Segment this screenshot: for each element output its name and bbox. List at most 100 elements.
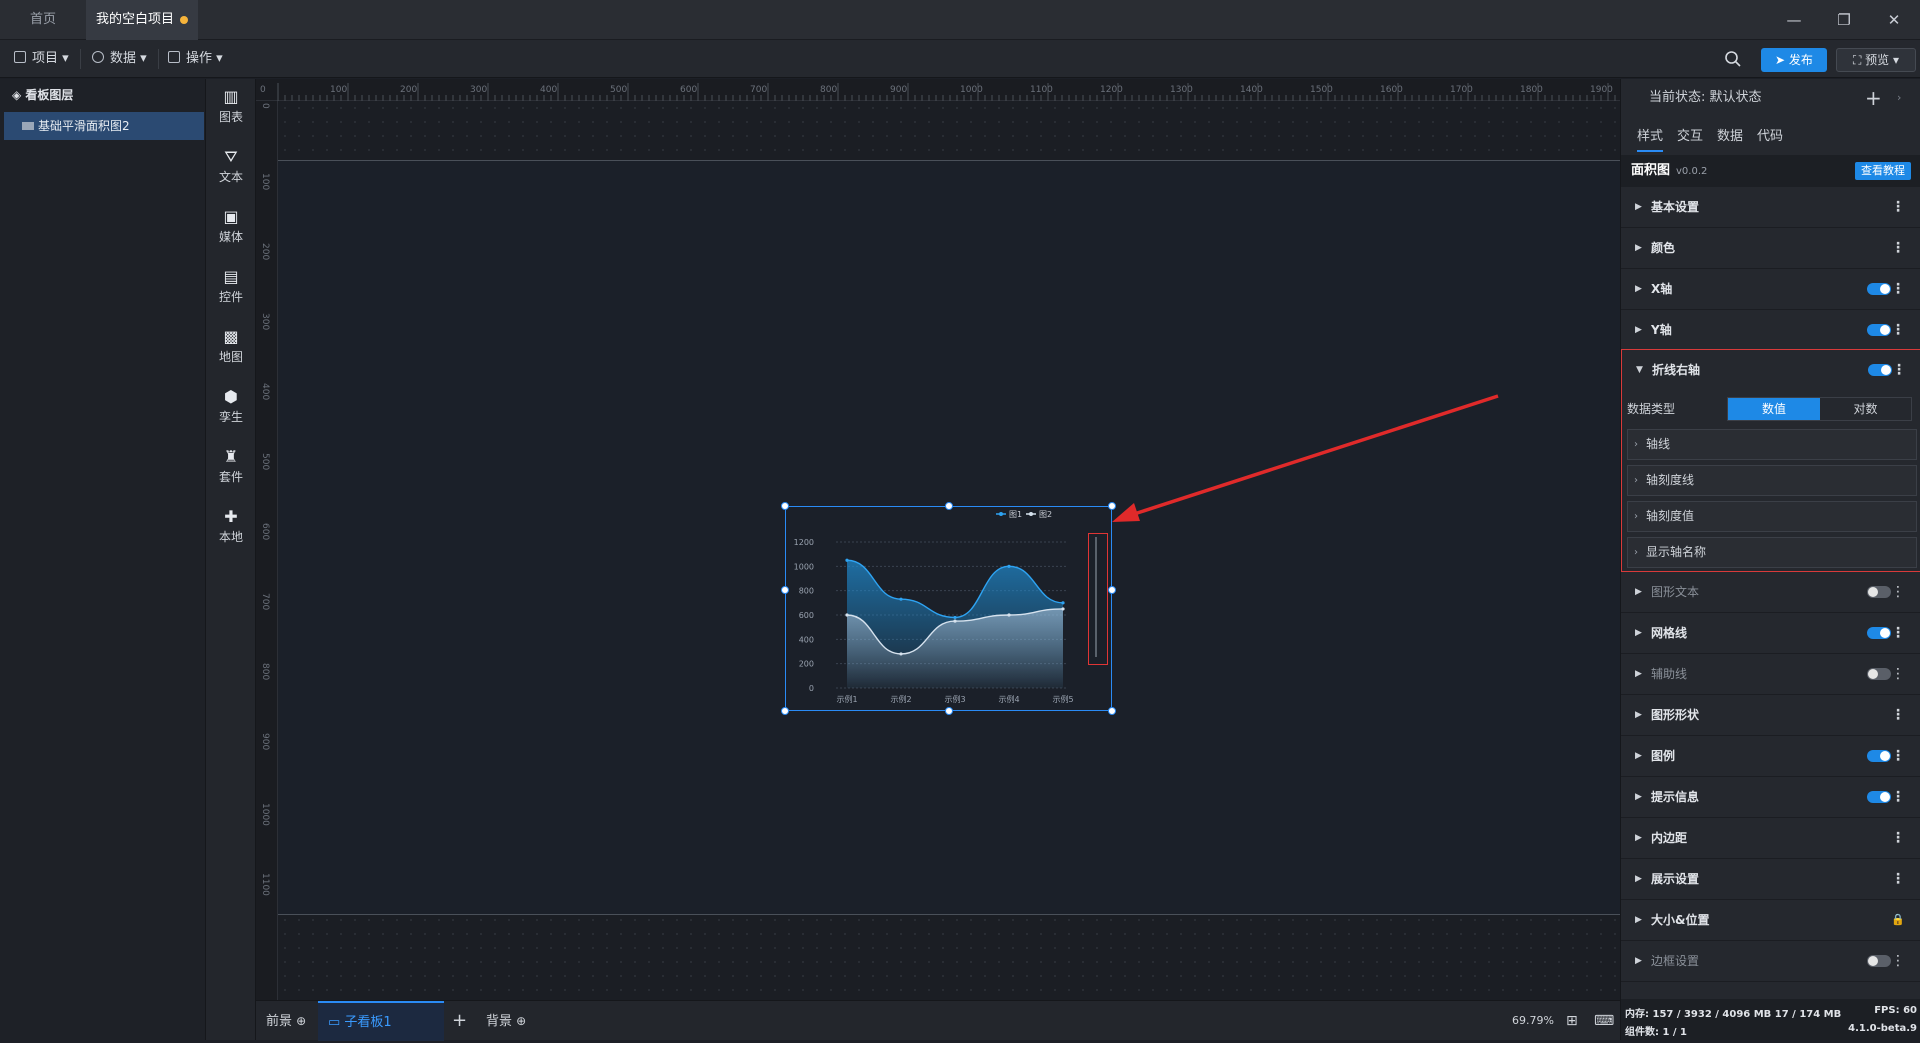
- menu-action[interactable]: 操作 ▾: [168, 40, 223, 78]
- section-header[interactable]: ▶ 展示设置 ⋮: [1621, 859, 1920, 900]
- toggle-switch[interactable]: [1868, 364, 1892, 376]
- add-circle-icon[interactable]: ⊕: [296, 1014, 306, 1028]
- section-header[interactable]: ▶ 网格线 ⋮: [1621, 613, 1920, 654]
- sub-axis-line[interactable]: › 轴线: [1627, 429, 1917, 460]
- more-icon[interactable]: ⋮: [1891, 777, 1905, 817]
- tab-foreground[interactable]: 前景 ⊕: [266, 1001, 306, 1041]
- toggle-switch[interactable]: [1867, 791, 1891, 803]
- more-icon[interactable]: ⋮: [1891, 310, 1905, 350]
- resize-handle[interactable]: [945, 707, 953, 715]
- more-icon[interactable]: ⋮: [1891, 228, 1905, 268]
- publish-button[interactable]: ➤ 发布: [1761, 48, 1827, 72]
- sub-axis-name[interactable]: › 显示轴名称: [1627, 537, 1917, 568]
- section-header[interactable]: ▶ 大小&位置 🔒: [1621, 900, 1920, 941]
- section-header[interactable]: ▶ X轴 ⋮: [1621, 269, 1920, 310]
- more-icon[interactable]: ⋮: [1891, 613, 1905, 653]
- component-twin[interactable]: ⬢ 孪生: [206, 383, 256, 433]
- more-icon[interactable]: ⋮: [1891, 818, 1905, 858]
- section-header-right-axis[interactable]: ▼ 折线右轴 ⋮: [1622, 350, 1920, 391]
- section-header[interactable]: ▶ 提示信息 ⋮: [1621, 777, 1920, 818]
- add-circle-icon[interactable]: ⊕: [516, 1014, 526, 1028]
- more-icon[interactable]: ⋮: [1892, 350, 1906, 390]
- tab-home[interactable]: 首页: [0, 0, 86, 40]
- more-icon[interactable]: ⋮: [1891, 695, 1905, 735]
- component-media[interactable]: ▣ 媒体: [206, 203, 256, 253]
- menu-data[interactable]: 数据 ▾: [92, 40, 147, 78]
- component-kit[interactable]: ♜ 套件: [206, 443, 256, 493]
- more-icon[interactable]: ⋮: [1891, 187, 1905, 227]
- toggle-switch[interactable]: [1867, 627, 1891, 639]
- minimize-icon[interactable]: —: [1784, 10, 1804, 30]
- tutorial-button[interactable]: 查看教程: [1855, 162, 1911, 180]
- data-point: [845, 558, 849, 562]
- sub-axis-label[interactable]: › 轴刻度值: [1627, 501, 1917, 532]
- add-state-icon[interactable]: +: [1865, 79, 1882, 117]
- keyboard-icon[interactable]: ⌨: [1594, 1001, 1614, 1041]
- restore-icon[interactable]: ❐: [1834, 10, 1854, 30]
- zoom-level[interactable]: 69.79%: [1512, 1001, 1554, 1041]
- toggle-switch[interactable]: [1867, 955, 1891, 967]
- more-icon[interactable]: ⋮: [1891, 269, 1905, 309]
- y-tick-label: 400: [799, 635, 814, 644]
- tab-code[interactable]: 代码: [1757, 125, 1783, 144]
- layer-item[interactable]: 基础平滑面积图2: [4, 112, 204, 140]
- section-header[interactable]: ▶ 图形文本 ⋮: [1621, 572, 1920, 613]
- chart-selection[interactable]: 0 200 400 600 800 1000 1200 示例1 示例2 示例3 示例4 示例5 图1 图2: [781, 502, 1116, 715]
- more-icon[interactable]: ⋮: [1891, 572, 1905, 612]
- fit-screen-icon[interactable]: ⊞: [1566, 1001, 1578, 1041]
- canvas-area[interactable]: 0 200 400 600 800 1000 1200 示例1 示例2 示例3 示例4 示例5 图1 图2: [278, 101, 1620, 1000]
- data-type-value-option[interactable]: 数值: [1728, 398, 1820, 420]
- more-icon[interactable]: ⋮: [1891, 654, 1905, 694]
- section-header[interactable]: ▶ 辅助线 ⋮: [1621, 654, 1920, 695]
- add-board-icon[interactable]: +: [452, 1001, 467, 1041]
- tab-data[interactable]: 数据: [1717, 125, 1743, 144]
- more-icon[interactable]: ⋮: [1891, 941, 1905, 981]
- tab-style[interactable]: 样式: [1637, 125, 1664, 152]
- component-bar-chart[interactable]: ▥ 图表: [206, 83, 256, 133]
- tab-interaction[interactable]: 交互: [1677, 125, 1703, 144]
- toggle-switch[interactable]: [1867, 283, 1891, 295]
- tab-background[interactable]: 背景 ⊕: [486, 1001, 526, 1041]
- section-header[interactable]: ▶ 图例 ⋮: [1621, 736, 1920, 777]
- tab-project[interactable]: 我的空白项目: [86, 0, 198, 40]
- section-header[interactable]: ▶ Y轴 ⋮: [1621, 310, 1920, 351]
- data-point: [1007, 613, 1011, 617]
- section-header[interactable]: ▶ 边框设置 ⋮: [1621, 941, 1920, 982]
- component-control[interactable]: ▤ 控件: [206, 263, 256, 313]
- toggle-switch[interactable]: [1867, 668, 1891, 680]
- resize-handle[interactable]: [1108, 586, 1116, 594]
- section-header[interactable]: ▶ 基本设置 ⋮: [1621, 187, 1920, 228]
- sub-axis-tick[interactable]: › 轴刻度线: [1627, 465, 1917, 496]
- menu-project[interactable]: 项目 ▾: [14, 40, 69, 78]
- resize-handle[interactable]: [1108, 707, 1116, 715]
- tab-subboard[interactable]: ▭ 子看板1: [318, 1001, 444, 1041]
- section-header[interactable]: ▶ 内边距 ⋮: [1621, 818, 1920, 859]
- resize-handle[interactable]: [781, 502, 789, 510]
- component-map[interactable]: ▩ 地图: [206, 323, 256, 373]
- section-header[interactable]: ▶ 颜色 ⋮: [1621, 228, 1920, 269]
- close-icon[interactable]: ✕: [1884, 10, 1904, 30]
- caret-down-icon: ▼: [1636, 365, 1643, 375]
- caret-right-icon: ▶: [1635, 915, 1642, 925]
- caret-right-icon: ▶: [1635, 587, 1642, 597]
- toggle-switch[interactable]: [1867, 750, 1891, 762]
- component-text[interactable]: ⛛ 文本: [206, 143, 256, 193]
- resize-handle[interactable]: [781, 707, 789, 715]
- lock-icon[interactable]: 🔒: [1891, 900, 1905, 940]
- resize-handle[interactable]: [781, 586, 789, 594]
- chevron-right-icon[interactable]: ›: [1897, 79, 1901, 117]
- section-title: Y轴: [1651, 323, 1672, 337]
- toggle-switch[interactable]: [1867, 586, 1891, 598]
- state-value[interactable]: 默认状态: [1710, 90, 1762, 105]
- data-type-log-option[interactable]: 对数: [1820, 398, 1911, 420]
- area-chart[interactable]: 0 200 400 600 800 1000 1200 示例1 示例2 示例3 示例4 示例5 图1 图2: [786, 507, 1113, 712]
- toggle-switch[interactable]: [1867, 324, 1891, 336]
- component-local[interactable]: ✚ 本地: [206, 503, 256, 553]
- resize-handle[interactable]: [945, 502, 953, 510]
- more-icon[interactable]: ⋮: [1891, 736, 1905, 776]
- dashboard-board[interactable]: 0 200 400 600 800 1000 1200 示例1 示例2 示例3 示例4 示例5 图1 图2: [278, 160, 1620, 915]
- section-header[interactable]: ▶ 图形形状 ⋮: [1621, 695, 1920, 736]
- preview-button[interactable]: ⛶ 预览 ▾: [1836, 48, 1916, 72]
- more-icon[interactable]: ⋮: [1891, 859, 1905, 899]
- search-icon[interactable]: [1724, 50, 1742, 68]
